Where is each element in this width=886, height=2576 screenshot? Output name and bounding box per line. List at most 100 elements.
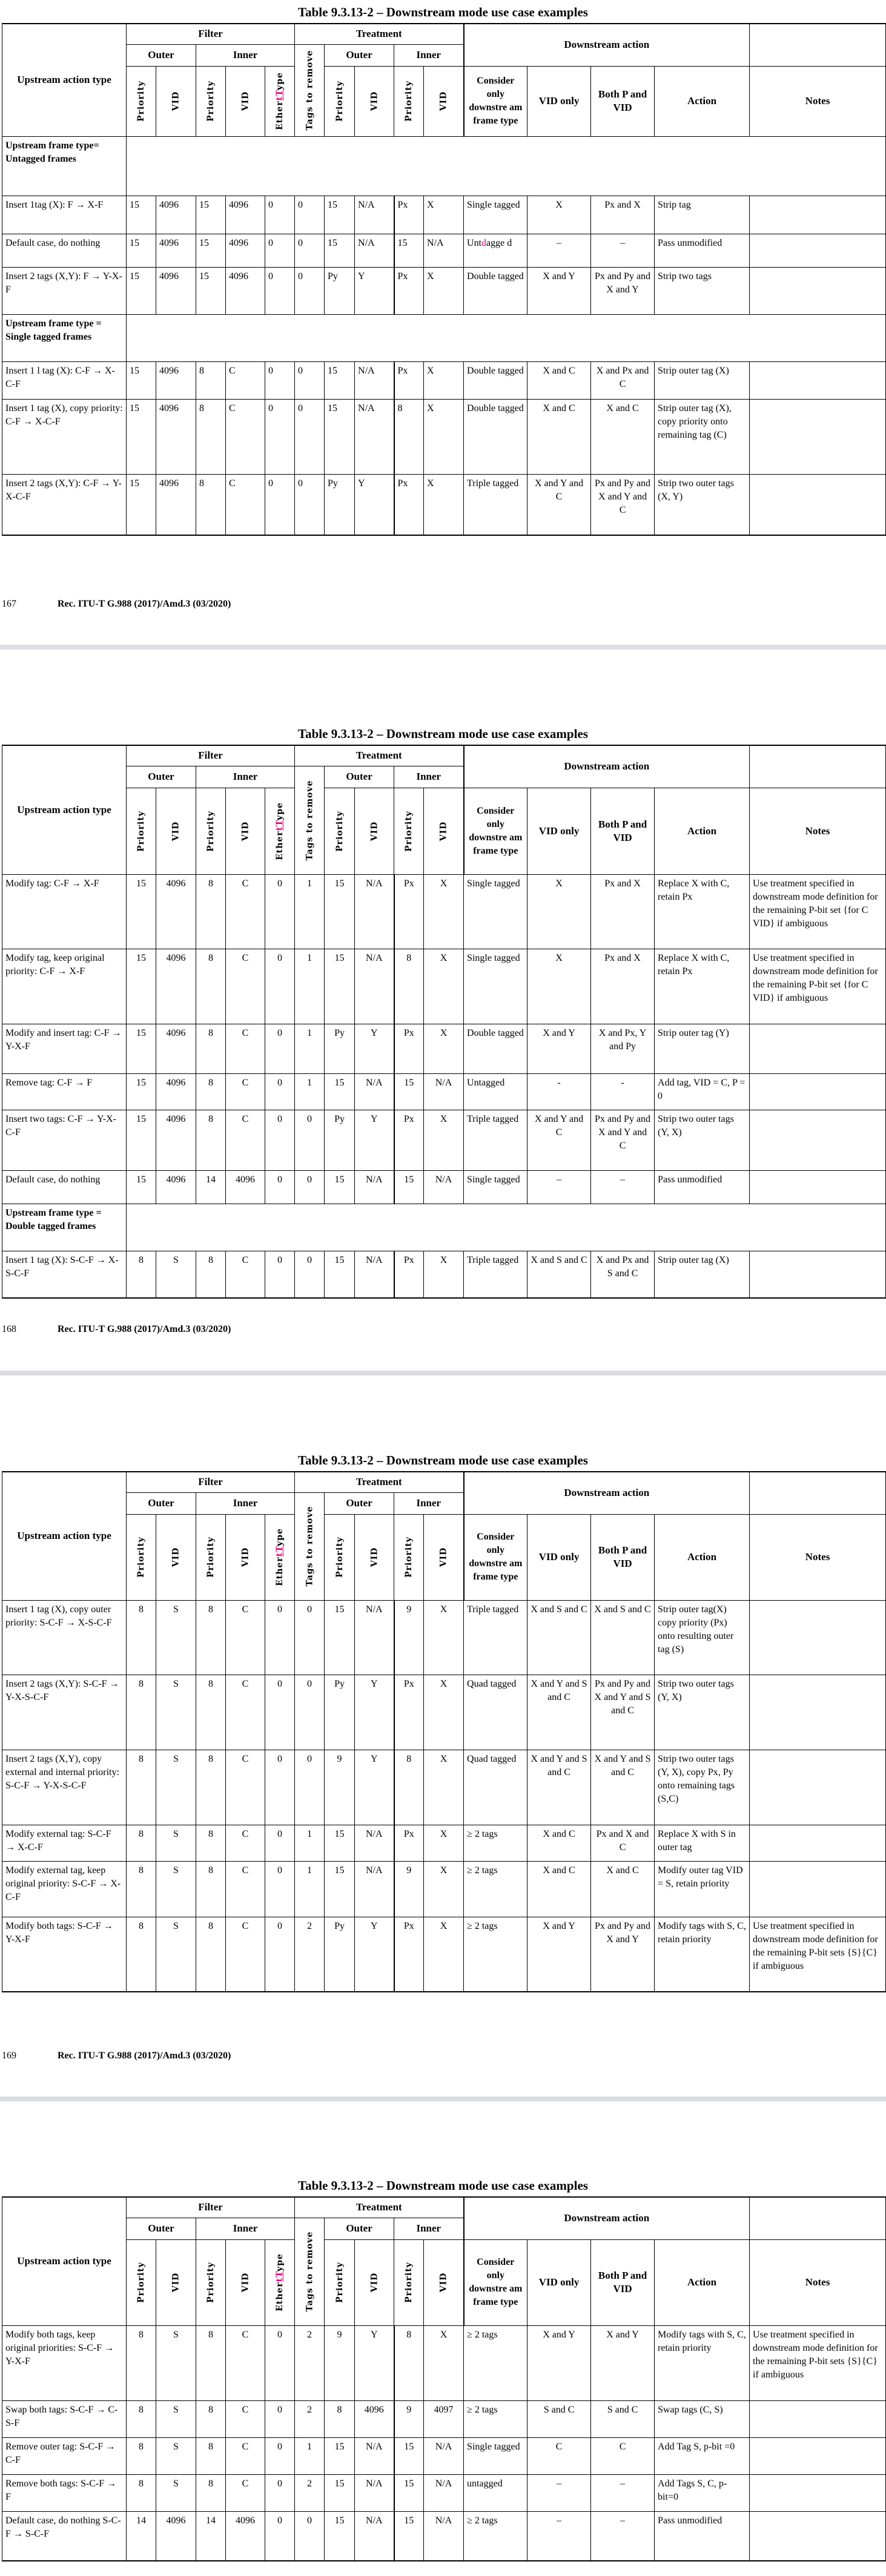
use-case-table: Upstream action type Filter Treatment Downs… <box>2 2196 886 2561</box>
action-cell: Pass unmodified <box>654 233 750 268</box>
treatment-outer-vid-cell: Y <box>354 1916 395 1992</box>
upstream-action-type-cell: Insert 1 tag (X): S-C-F → X-S-C-F <box>2 1250 127 1299</box>
tags-to-remove-cell: 0 <box>294 195 325 234</box>
filter-ethertype-cell: 0 <box>264 2325 296 2401</box>
frame-type-cell: Quad tagged <box>463 1674 528 1750</box>
tracked-change-mark: tT <box>275 90 285 101</box>
treatment-inner-vid-cell: X <box>423 1674 464 1750</box>
vid-only-cell: X and Y and S and C <box>527 1674 592 1750</box>
ethertype-label: EthertType <box>273 72 286 130</box>
upstream-action-type-cell: Insert 1 l tag (X): C-F → X-C-F <box>2 361 127 400</box>
filter-outer-vid-cell: 4096 <box>156 398 196 475</box>
header-treatment-inner-vid: VID <box>423 2239 464 2326</box>
filter-outer-vid-cell: 4096 <box>156 948 196 1024</box>
treatment-inner-priority-cell: 9 <box>394 1860 425 1917</box>
tags-to-remove-label: Tags to remove <box>305 50 315 131</box>
tags-to-remove-cell: 2 <box>294 2474 325 2512</box>
filter-inner-priority-cell: 8 <box>196 2325 226 2401</box>
treatment-outer-vid-cell: N/A <box>354 1170 395 1204</box>
filter-ethertype-cell: 0 <box>264 874 296 949</box>
table-row: Modify external tag, keep original prior… <box>2 1860 886 1917</box>
page-number: 169 <box>2 2051 16 2061</box>
treatment-outer-vid-cell: N/A <box>354 1824 395 1862</box>
treatment-outer-vid-cell: Y <box>354 2325 395 2401</box>
section-row: Upstream frame type = Single tagged fram… <box>2 314 886 362</box>
treatment-outer-vid-label: VID <box>369 821 380 841</box>
treatment-inner-priority-cell: 15 <box>394 2511 425 2561</box>
filter-inner-vid-cell: C <box>225 1073 265 1110</box>
action-cell: Pass unmodified <box>654 2511 750 2561</box>
notes-cell <box>749 1599 886 1675</box>
treatment-outer-priority-cell: Py <box>324 1109 355 1171</box>
filter-inner-vid-cell: 4096 <box>225 2511 265 2561</box>
filter-ethertype-cell: 0 <box>264 1073 296 1110</box>
treatment-inner-vid-cell: 4097 <box>423 2400 464 2438</box>
filter-outer-priority-cell: 15 <box>126 948 156 1024</box>
treatment-inner-vid-cell: X <box>423 1916 464 1992</box>
treatment-outer-priority-cell: 15 <box>324 874 355 949</box>
header-upstream-action-type: Upstream action type <box>2 1471 127 1601</box>
filter-outer-priority-cell: 8 <box>126 2400 156 2438</box>
header-both-p-and-vid: Both P and VID <box>590 65 655 137</box>
notes-cell <box>749 2400 886 2438</box>
treatment-outer-vid-cell: 4096 <box>354 2400 395 2438</box>
notes-cell: Use treatment specified in downstream mo… <box>749 1916 886 1992</box>
tags-to-remove-cell: 0 <box>294 2511 325 2561</box>
section-row: Upstream frame type= Untagged frames <box>2 136 886 196</box>
frame-type-cell: ≥ 2 tags <box>463 2400 528 2438</box>
header-notes-top <box>749 2196 886 2240</box>
action-cell: Modify tags with S, C, retain priority <box>654 1916 750 1992</box>
tags-to-remove-cell: 0 <box>294 1599 325 1675</box>
treatment-inner-priority-cell: Px <box>394 1250 425 1299</box>
ethertype-prefix: Ether <box>275 830 285 860</box>
filter-inner-vid-label: VID <box>240 91 250 111</box>
treatment-inner-vid-cell: X <box>423 2325 464 2401</box>
page-number: 168 <box>2 1324 16 1334</box>
treatment-inner-priority-label: Priority <box>404 1537 414 1578</box>
both-p-and-vid-cell: Px and X <box>590 948 655 1024</box>
header-filter-outer-priority: Priority <box>126 65 156 137</box>
treatment-inner-priority-cell: 8 <box>394 398 425 475</box>
header-filter-inner-priority: Priority <box>196 1514 226 1601</box>
vid-only-cell: X and C <box>527 361 592 400</box>
upstream-action-type-cell: Insert two tags: C-F → Y-X-C-F <box>2 1109 127 1171</box>
frame-type-cell: Double tagged <box>463 266 528 315</box>
tags-to-remove-cell: 0 <box>294 473 325 536</box>
page-number: 167 <box>2 599 16 609</box>
header-treatment-inner-priority: Priority <box>394 1514 425 1601</box>
table-row: Insert 1 l tag (X): C-F → X-C-F 15 4096 8 C 0… <box>2 361 886 400</box>
filter-outer-priority-cell: 15 <box>126 361 156 400</box>
filter-inner-priority-cell: 8 <box>196 1749 226 1825</box>
treatment-inner-priority-cell: Px <box>394 473 425 536</box>
filter-ethertype-cell: 0 <box>264 1674 296 1750</box>
filter-outer-vid-cell: S <box>156 2474 196 2512</box>
header-treatment-outer-priority: Priority <box>324 787 355 875</box>
action-cell: Modify outer tag VID = S, retain priorit… <box>654 1860 750 1917</box>
treatment-outer-priority-label: Priority <box>334 810 345 852</box>
treatment-outer-priority-cell: 15 <box>324 233 355 268</box>
treatment-outer-priority-cell: 15 <box>324 1073 355 1110</box>
header-both-p-and-vid: Both P and VID <box>590 1514 655 1601</box>
filter-inner-priority-label: Priority <box>206 810 216 852</box>
table-row: Modify tag, keep original priority: C-F … <box>2 948 886 1024</box>
filter-inner-priority-cell: 8 <box>196 1674 226 1750</box>
filter-inner-priority-label: Priority <box>206 1537 216 1578</box>
upstream-action-type-cell: Default case, do nothing S-C-F → S-C-F <box>2 2511 127 2561</box>
upstream-action-type-cell: Modify both tags: S-C-F → Y-X-F <box>2 1916 127 1992</box>
table-row: Default case, do nothing 15 4096 14 4096 0 0 15… <box>2 1170 886 1204</box>
treatment-inner-vid-cell: X <box>423 1109 464 1171</box>
table-row: Default case, do nothing S-C-F → S-C-F 14… <box>2 2511 886 2561</box>
filter-inner-vid-cell: C <box>225 948 265 1024</box>
table-title: Table 9.3.13-2 – Downstream mode use cas… <box>298 726 588 741</box>
header-filter-inner-vid: VID <box>225 1514 265 1601</box>
treatment-inner-vid-cell: X <box>423 1023 464 1074</box>
treatment-outer-priority-label: Priority <box>334 81 345 122</box>
header-filter-inner-vid: VID <box>225 65 265 137</box>
filter-ethertype-cell: 0 <box>264 1824 296 1862</box>
filter-outer-priority-cell: 15 <box>126 1023 156 1074</box>
both-p-and-vid-cell: X and C <box>590 398 655 475</box>
header-filter-inner: Inner <box>195 44 296 67</box>
treatment-outer-vid-cell: Y <box>354 1749 395 1825</box>
action-cell: Replace X with S in outer tag <box>654 1824 750 1862</box>
table-title: Table 9.3.13-2 – Downstream mode use cas… <box>298 2178 588 2193</box>
